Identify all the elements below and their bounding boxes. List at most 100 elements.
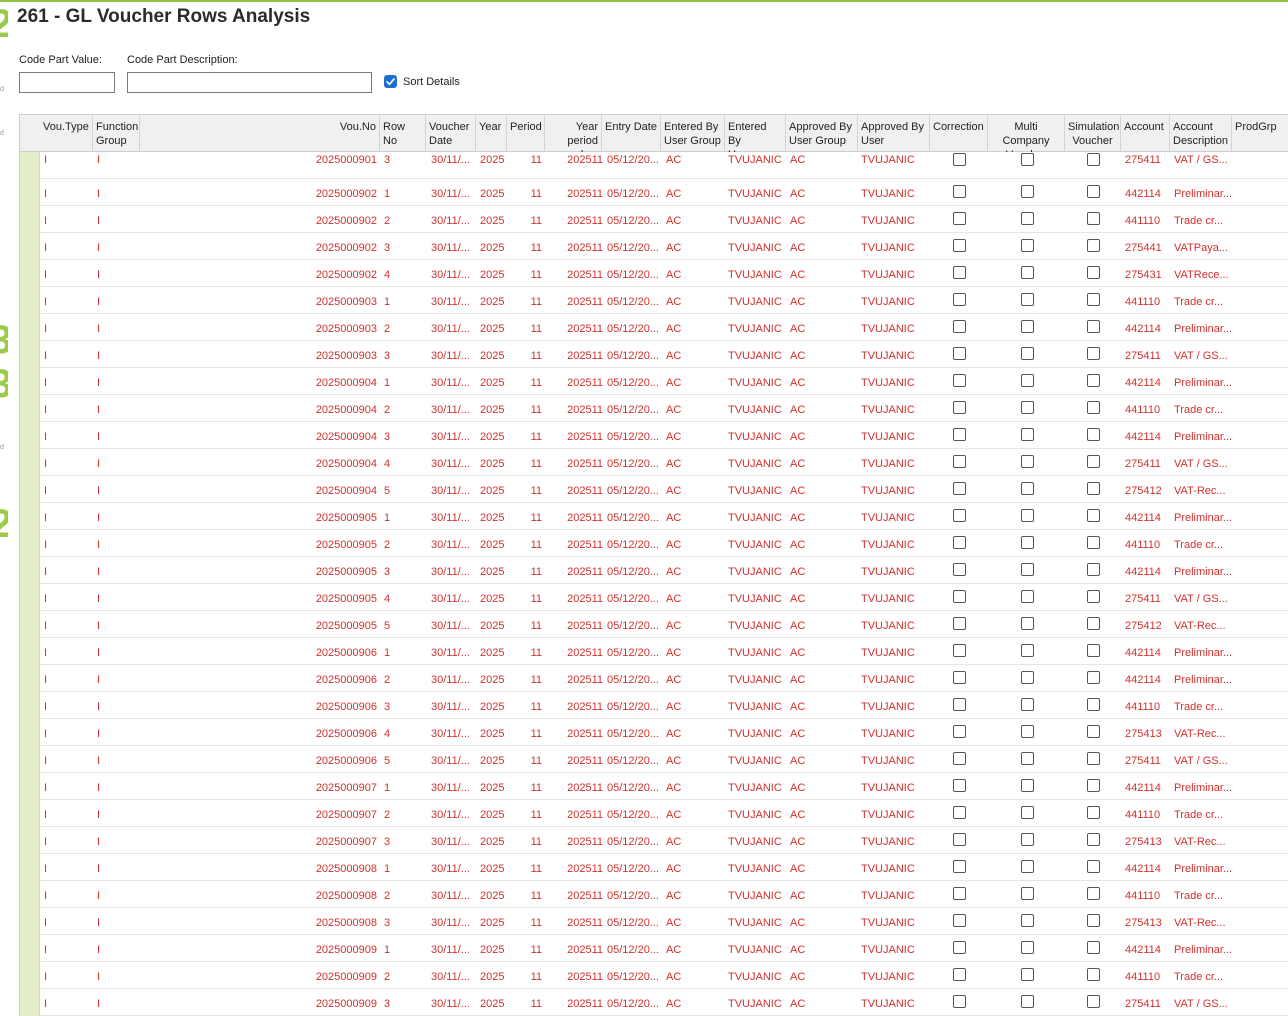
simulation-voucher-checkbox[interactable] bbox=[1087, 212, 1100, 225]
table-row[interactable]: I I 2025000902 4 30/11/... 2025 11 202511 05/12/… bbox=[40, 260, 1288, 287]
multi-company-voucher-checkbox[interactable] bbox=[1021, 239, 1034, 252]
table-row[interactable]: I I 2025000904 1 30/11/... 2025 11 202511 05/12/… bbox=[40, 368, 1288, 395]
correction-checkbox[interactable] bbox=[953, 455, 966, 468]
table-row[interactable]: I I 2025000904 2 30/11/... 2025 11 202511 05/12/… bbox=[40, 395, 1288, 422]
multi-company-voucher-checkbox[interactable] bbox=[1021, 833, 1034, 846]
simulation-voucher-checkbox[interactable] bbox=[1087, 644, 1100, 657]
column-header-simulation-voucher[interactable]: Simulation Voucher bbox=[1065, 115, 1121, 152]
table-row[interactable]: I I 2025000905 5 30/11/... 2025 11 202511 05/12/… bbox=[40, 611, 1288, 638]
column-header-row-no[interactable]: Row No bbox=[380, 115, 426, 152]
multi-company-voucher-checkbox[interactable] bbox=[1021, 860, 1034, 873]
correction-checkbox[interactable] bbox=[953, 153, 966, 166]
multi-company-voucher-checkbox[interactable] bbox=[1021, 644, 1034, 657]
multi-company-voucher-checkbox[interactable] bbox=[1021, 401, 1034, 414]
correction-checkbox[interactable] bbox=[953, 779, 966, 792]
voucher-rows-grid[interactable]: Vou.Type Function Group Vou.No Row No Vouche… bbox=[19, 114, 1288, 1016]
simulation-voucher-checkbox[interactable] bbox=[1087, 482, 1100, 495]
simulation-voucher-checkbox[interactable] bbox=[1087, 536, 1100, 549]
multi-company-voucher-checkbox[interactable] bbox=[1021, 185, 1034, 198]
table-row[interactable]: I I 2025000905 4 30/11/... 2025 11 202511 05/12/… bbox=[40, 584, 1288, 611]
multi-company-voucher-checkbox[interactable] bbox=[1021, 293, 1034, 306]
simulation-voucher-checkbox[interactable] bbox=[1087, 320, 1100, 333]
multi-company-voucher-checkbox[interactable] bbox=[1021, 698, 1034, 711]
simulation-voucher-checkbox[interactable] bbox=[1087, 698, 1100, 711]
correction-checkbox[interactable] bbox=[953, 374, 966, 387]
simulation-voucher-checkbox[interactable] bbox=[1087, 671, 1100, 684]
column-header-prodgrp[interactable]: ProdGrp bbox=[1232, 115, 1288, 152]
simulation-voucher-checkbox[interactable] bbox=[1087, 185, 1100, 198]
column-header-vou-type[interactable]: Vou.Type bbox=[40, 115, 93, 152]
simulation-voucher-checkbox[interactable] bbox=[1087, 401, 1100, 414]
correction-checkbox[interactable] bbox=[953, 644, 966, 657]
correction-checkbox[interactable] bbox=[953, 995, 966, 1008]
table-row[interactable]: I I 2025000903 3 30/11/... 2025 11 202511 05/12/… bbox=[40, 341, 1288, 368]
multi-company-voucher-checkbox[interactable] bbox=[1021, 779, 1034, 792]
simulation-voucher-checkbox[interactable] bbox=[1087, 509, 1100, 522]
multi-company-voucher-checkbox[interactable] bbox=[1021, 509, 1034, 522]
column-header-account-description[interactable]: Account Description bbox=[1170, 115, 1232, 152]
correction-checkbox[interactable] bbox=[953, 698, 966, 711]
column-header-year[interactable]: Year bbox=[476, 115, 507, 152]
correction-checkbox[interactable] bbox=[953, 536, 966, 549]
multi-company-voucher-checkbox[interactable] bbox=[1021, 320, 1034, 333]
table-row[interactable]: I I 2025000906 1 30/11/... 2025 11 202511 05/12/… bbox=[40, 638, 1288, 665]
correction-checkbox[interactable] bbox=[953, 941, 966, 954]
correction-checkbox[interactable] bbox=[953, 590, 966, 603]
multi-company-voucher-checkbox[interactable] bbox=[1021, 617, 1034, 630]
table-row[interactable]: I I 2025000905 2 30/11/... 2025 11 202511 05/12/… bbox=[40, 530, 1288, 557]
multi-company-voucher-checkbox[interactable] bbox=[1021, 887, 1034, 900]
simulation-voucher-checkbox[interactable] bbox=[1087, 617, 1100, 630]
correction-checkbox[interactable] bbox=[953, 887, 966, 900]
multi-company-voucher-checkbox[interactable] bbox=[1021, 455, 1034, 468]
correction-checkbox[interactable] bbox=[953, 428, 966, 441]
multi-company-voucher-checkbox[interactable] bbox=[1021, 482, 1034, 495]
multi-company-voucher-checkbox[interactable] bbox=[1021, 266, 1034, 279]
column-header-entry-date[interactable]: Entry Date bbox=[602, 115, 661, 152]
multi-company-voucher-checkbox[interactable] bbox=[1021, 725, 1034, 738]
table-row[interactable]: I I 2025000909 1 30/11/... 2025 11 202511 05/12/… bbox=[40, 935, 1288, 962]
simulation-voucher-checkbox[interactable] bbox=[1087, 995, 1100, 1008]
table-row[interactable]: I I 2025000908 2 30/11/... 2025 11 202511 05/12/… bbox=[40, 881, 1288, 908]
sort-details-toggle[interactable]: Sort Details bbox=[384, 75, 460, 88]
multi-company-voucher-checkbox[interactable] bbox=[1021, 212, 1034, 225]
correction-checkbox[interactable] bbox=[953, 725, 966, 738]
table-row[interactable]: I I 2025000907 1 30/11/... 2025 11 202511 05/12/… bbox=[40, 773, 1288, 800]
simulation-voucher-checkbox[interactable] bbox=[1087, 347, 1100, 360]
correction-checkbox[interactable] bbox=[953, 617, 966, 630]
correction-checkbox[interactable] bbox=[953, 320, 966, 333]
table-row[interactable]: I I 2025000907 3 30/11/... 2025 11 202511 05/12/… bbox=[40, 827, 1288, 854]
simulation-voucher-checkbox[interactable] bbox=[1087, 887, 1100, 900]
multi-company-voucher-checkbox[interactable] bbox=[1021, 995, 1034, 1008]
column-header-vou-no[interactable]: Vou.No bbox=[140, 115, 380, 152]
table-row[interactable]: I I 2025000909 3 30/11/... 2025 11 202511 05/12/… bbox=[40, 989, 1288, 1016]
correction-checkbox[interactable] bbox=[953, 239, 966, 252]
sort-details-checkbox[interactable] bbox=[384, 75, 397, 88]
table-row[interactable]: I I 2025000905 3 30/11/... 2025 11 202511 05/12/… bbox=[40, 557, 1288, 584]
simulation-voucher-checkbox[interactable] bbox=[1087, 968, 1100, 981]
table-row[interactable]: I I 2025000906 5 30/11/... 2025 11 202511 05/12/… bbox=[40, 746, 1288, 773]
multi-company-voucher-checkbox[interactable] bbox=[1021, 914, 1034, 927]
multi-company-voucher-checkbox[interactable] bbox=[1021, 968, 1034, 981]
table-row[interactable]: I I 2025000908 3 30/11/... 2025 11 202511 05/12/… bbox=[40, 908, 1288, 935]
multi-company-voucher-checkbox[interactable] bbox=[1021, 806, 1034, 819]
correction-checkbox[interactable] bbox=[953, 185, 966, 198]
table-row[interactable]: I I 2025000905 1 30/11/... 2025 11 202511 05/12/… bbox=[40, 503, 1288, 530]
multi-company-voucher-checkbox[interactable] bbox=[1021, 590, 1034, 603]
column-header-entered-by-user[interactable]: Entered By User bbox=[725, 115, 786, 152]
correction-checkbox[interactable] bbox=[953, 293, 966, 306]
code-part-value-input[interactable] bbox=[19, 72, 115, 93]
simulation-voucher-checkbox[interactable] bbox=[1087, 833, 1100, 846]
multi-company-voucher-checkbox[interactable] bbox=[1021, 347, 1034, 360]
table-row[interactable]: I I 2025000907 2 30/11/... 2025 11 202511 05/12/… bbox=[40, 800, 1288, 827]
multi-company-voucher-checkbox[interactable] bbox=[1021, 752, 1034, 765]
simulation-voucher-checkbox[interactable] bbox=[1087, 914, 1100, 927]
correction-checkbox[interactable] bbox=[953, 806, 966, 819]
correction-checkbox[interactable] bbox=[953, 509, 966, 522]
simulation-voucher-checkbox[interactable] bbox=[1087, 428, 1100, 441]
simulation-voucher-checkbox[interactable] bbox=[1087, 455, 1100, 468]
correction-checkbox[interactable] bbox=[953, 563, 966, 576]
column-header-period[interactable]: Period bbox=[507, 115, 545, 152]
column-header-multi-company-voucher[interactable]: Multi Company Voucher bbox=[988, 115, 1065, 152]
multi-company-voucher-checkbox[interactable] bbox=[1021, 563, 1034, 576]
column-header-account[interactable]: Account bbox=[1121, 115, 1170, 152]
